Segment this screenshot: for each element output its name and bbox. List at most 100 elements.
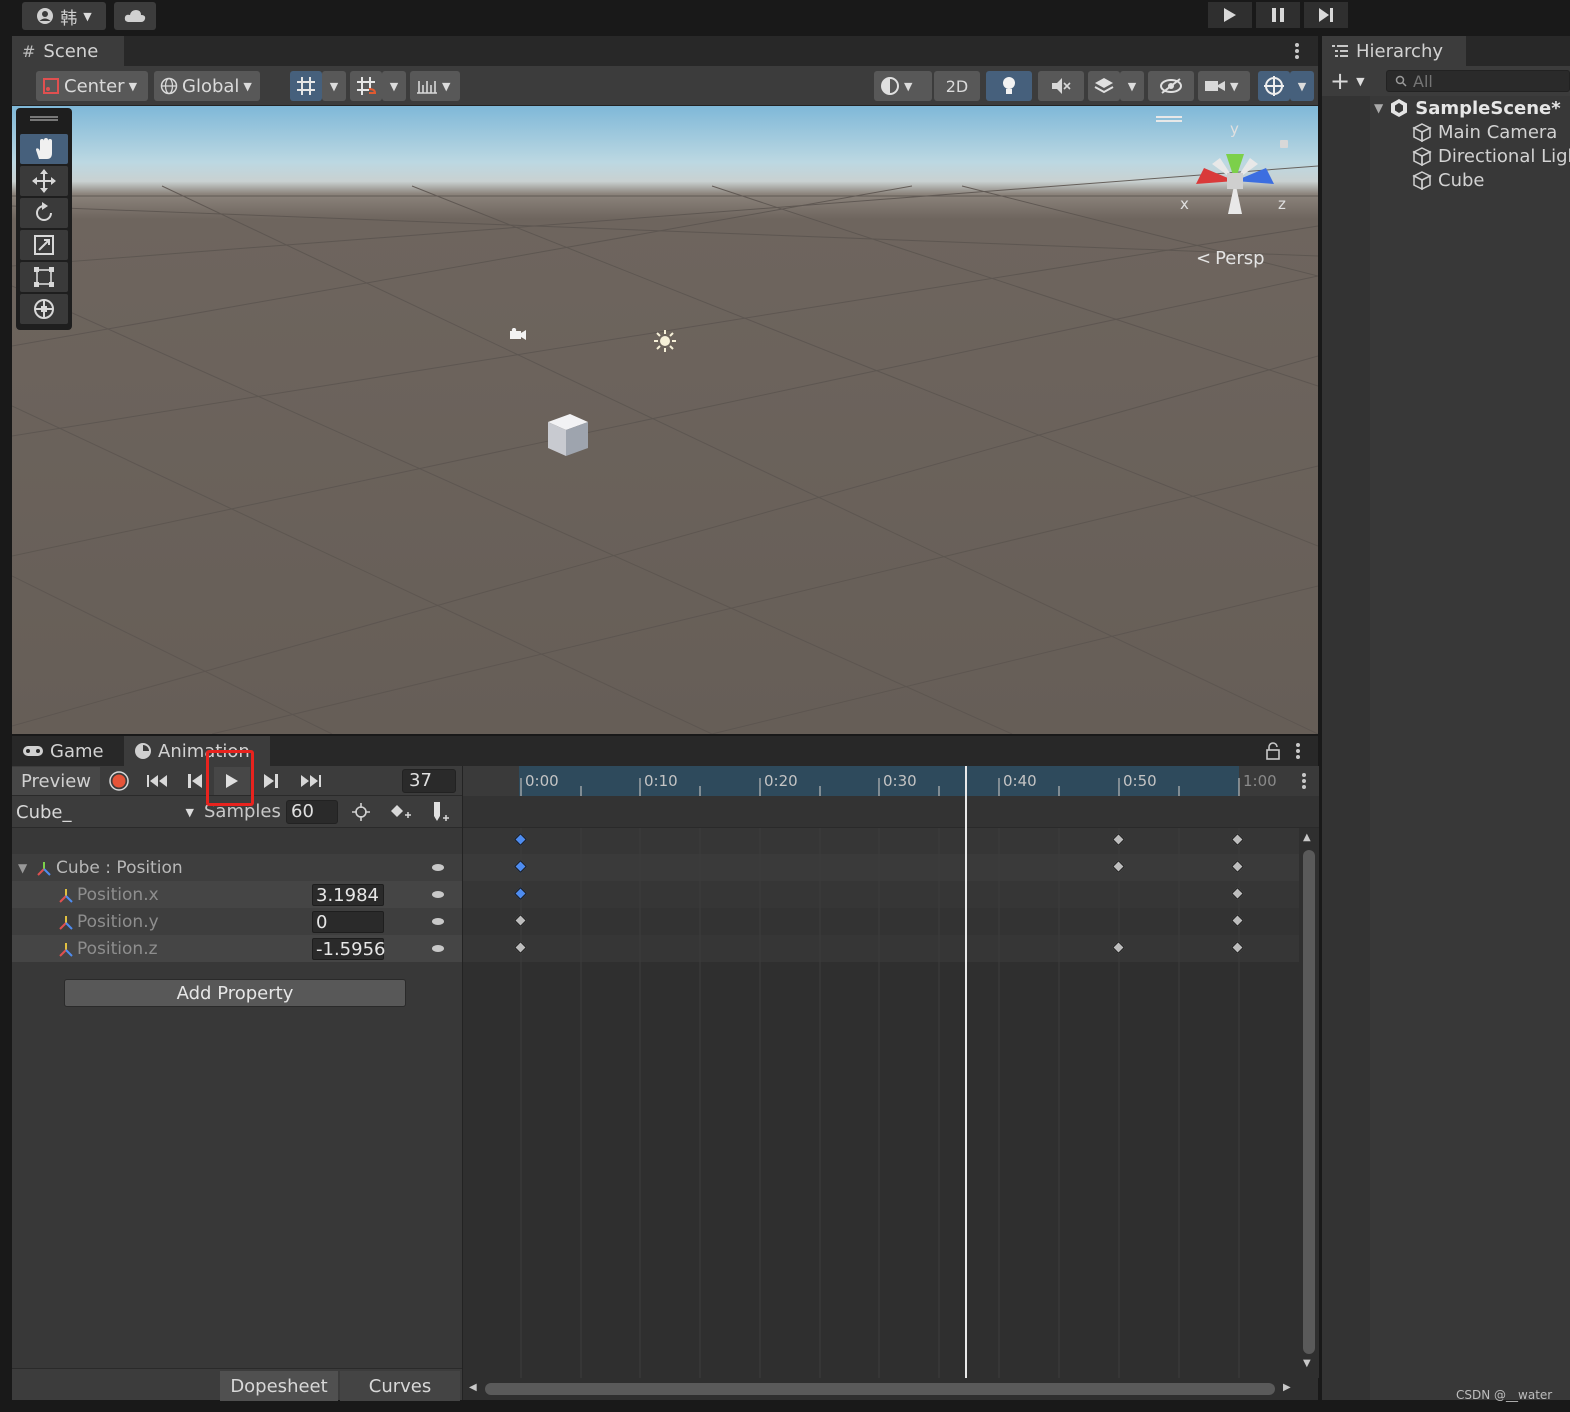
kebab-menu-icon[interactable]	[1301, 772, 1307, 790]
playhead[interactable]	[965, 766, 967, 1380]
events-row[interactable]	[463, 796, 1319, 828]
dopesheet-timeline[interactable]: 0:00 0:10 0:20 0:30 0:40 0:50 1:00 ▲ ▼ ◀…	[462, 766, 1319, 1400]
hierarchy-item[interactable]: Main Camera	[1412, 120, 1557, 144]
effects-toggle-button[interactable]	[1088, 71, 1120, 101]
camera-settings-dropdown[interactable]: ▼	[1198, 71, 1250, 101]
horizontal-scrollbar[interactable]: ◀ ▶	[463, 1378, 1299, 1400]
curves-tab[interactable]: Curves	[340, 1371, 460, 1401]
vertical-scrollbar[interactable]: ▲ ▼	[1299, 828, 1319, 1378]
tab-scene[interactable]: # Scene	[12, 36, 124, 66]
projection-toggle[interactable]: < Persp	[1196, 248, 1265, 269]
camera-gizmo-icon[interactable]	[510, 328, 526, 340]
vertical-scroll-thumb[interactable]	[1303, 850, 1315, 1354]
cloud-button[interactable]	[114, 2, 156, 30]
scroll-right-icon[interactable]: ▶	[1283, 1382, 1291, 1393]
draw-mode-dropdown[interactable]: ▼	[874, 71, 932, 101]
frame-field[interactable]: 37	[402, 769, 456, 793]
audio-toggle-button[interactable]	[1038, 71, 1084, 101]
clip-dropdown[interactable]: Cube_ ▼	[12, 799, 198, 825]
preview-button[interactable]: Preview	[12, 767, 100, 795]
plus-icon: +	[1330, 67, 1351, 95]
overlay-drag-handle[interactable]	[30, 116, 58, 121]
scroll-down-icon[interactable]: ▼	[1303, 1358, 1311, 1369]
hierarchy-tab-bar: Hierarchy	[1322, 36, 1570, 66]
scene-visibility-button[interactable]	[1148, 71, 1194, 101]
pause-icon	[1271, 7, 1285, 23]
samples-field[interactable]: 60	[286, 800, 338, 824]
gizmos-dropdown[interactable]: ▼	[1290, 71, 1314, 101]
lock-view-icon[interactable]	[1280, 140, 1288, 148]
tab-game[interactable]: Game	[12, 736, 122, 766]
move-tool-button[interactable]	[20, 166, 68, 196]
dopesheet-tab[interactable]: Dopesheet	[220, 1371, 338, 1401]
property-value-field[interactable]: -1.5956	[312, 938, 385, 960]
space-global-dropdown[interactable]: Global ▼	[154, 71, 260, 101]
property-row[interactable]: Position.x 3.1984	[12, 881, 462, 908]
hierarchy-search-input[interactable]	[1413, 71, 1553, 91]
skip-end-icon	[300, 774, 322, 788]
time-ruler[interactable]: 0:00 0:10 0:20 0:30 0:40 0:50 1:00	[463, 766, 1319, 796]
grid-snap-dropdown[interactable]: ▼	[322, 71, 346, 101]
scale-tool-button[interactable]	[20, 230, 68, 260]
grid-snap-button[interactable]	[290, 71, 322, 101]
effects-dropdown[interactable]: ▼	[1120, 71, 1144, 101]
last-keyframe-button[interactable]	[292, 767, 330, 795]
hierarchy-item[interactable]: Directional Ligh	[1412, 144, 1570, 168]
record-button[interactable]	[102, 767, 136, 795]
scene-root-row[interactable]: ▼ SampleScene*	[1374, 96, 1561, 120]
pivot-center-dropdown[interactable]: Center ▼	[36, 71, 148, 101]
scene-viewport[interactable]: y x z < Persp	[12, 106, 1318, 734]
toggle-2d-button[interactable]: 2D	[934, 71, 980, 101]
scene-name: SampleScene*	[1415, 97, 1561, 119]
expand-arrow-icon: ▼	[18, 860, 28, 875]
lock-icon[interactable]	[1266, 742, 1280, 760]
increment-snap-dropdown[interactable]: ▼	[382, 71, 406, 101]
first-keyframe-button[interactable]	[138, 767, 176, 795]
property-row[interactable]: Position.y 0	[12, 908, 462, 935]
next-keyframe-button[interactable]	[254, 767, 288, 795]
ruler-snap-dropdown[interactable]: ▼	[410, 71, 460, 101]
add-keyframe-button[interactable]	[384, 800, 416, 824]
account-dropdown[interactable]: 韩 ▼	[22, 2, 106, 30]
visibility-toggle-icon[interactable]	[432, 945, 444, 952]
expand-arrow-icon: ▼	[1374, 101, 1384, 115]
property-group-row[interactable]: ▼ Cube : Position	[12, 854, 462, 881]
step-icon	[1318, 7, 1334, 23]
increment-snap-button[interactable]	[350, 71, 382, 101]
hierarchy-search[interactable]	[1386, 70, 1570, 92]
animation-properties-panel: Preview 37 Cube_ ▼ Samples 60 ▼ Cube: P…	[12, 766, 462, 1401]
rotate-tool-button[interactable]	[20, 198, 68, 228]
list-icon	[1332, 44, 1348, 58]
tab-hierarchy[interactable]: Hierarchy	[1322, 36, 1466, 66]
rect-tool-button[interactable]	[20, 262, 68, 292]
create-dropdown[interactable]: + ▼	[1330, 69, 1365, 93]
scroll-left-icon[interactable]: ◀	[469, 1382, 477, 1393]
step-button[interactable]	[1304, 2, 1348, 28]
light-gizmo-icon[interactable]	[653, 329, 677, 353]
visibility-toggle-icon[interactable]	[432, 891, 444, 898]
add-event-button[interactable]	[426, 800, 456, 824]
property-row[interactable]: Position.z -1.5956	[12, 935, 462, 962]
speaker-muted-icon	[1050, 77, 1072, 95]
horizontal-scroll-thumb[interactable]	[485, 1383, 1275, 1395]
orientation-gizmo[interactable]: y x z	[1176, 120, 1296, 230]
lighting-toggle-button[interactable]	[986, 71, 1032, 101]
kebab-menu-icon[interactable]	[1294, 42, 1300, 60]
add-property-label: Add Property	[176, 982, 294, 1004]
property-value-field[interactable]: 0	[312, 911, 384, 933]
play-button[interactable]	[1208, 2, 1252, 28]
transform-axes-icon	[58, 887, 74, 903]
add-property-button[interactable]: Add Property	[64, 979, 406, 1007]
kebab-menu-icon[interactable]	[1295, 742, 1301, 760]
cube-object[interactable]	[544, 410, 590, 458]
hand-tool-button[interactable]	[20, 134, 68, 164]
snap-sprite-button[interactable]	[346, 800, 376, 824]
transform-tool-button[interactable]	[20, 294, 68, 324]
property-value-field[interactable]: 3.1984	[312, 884, 384, 906]
visibility-toggle-icon[interactable]	[432, 918, 444, 925]
pause-button[interactable]	[1256, 2, 1300, 28]
visibility-toggle-icon[interactable]	[432, 864, 444, 871]
scroll-up-icon[interactable]: ▲	[1303, 832, 1311, 843]
gizmos-toggle-button[interactable]	[1258, 71, 1290, 101]
hierarchy-item[interactable]: Cube	[1412, 168, 1484, 192]
